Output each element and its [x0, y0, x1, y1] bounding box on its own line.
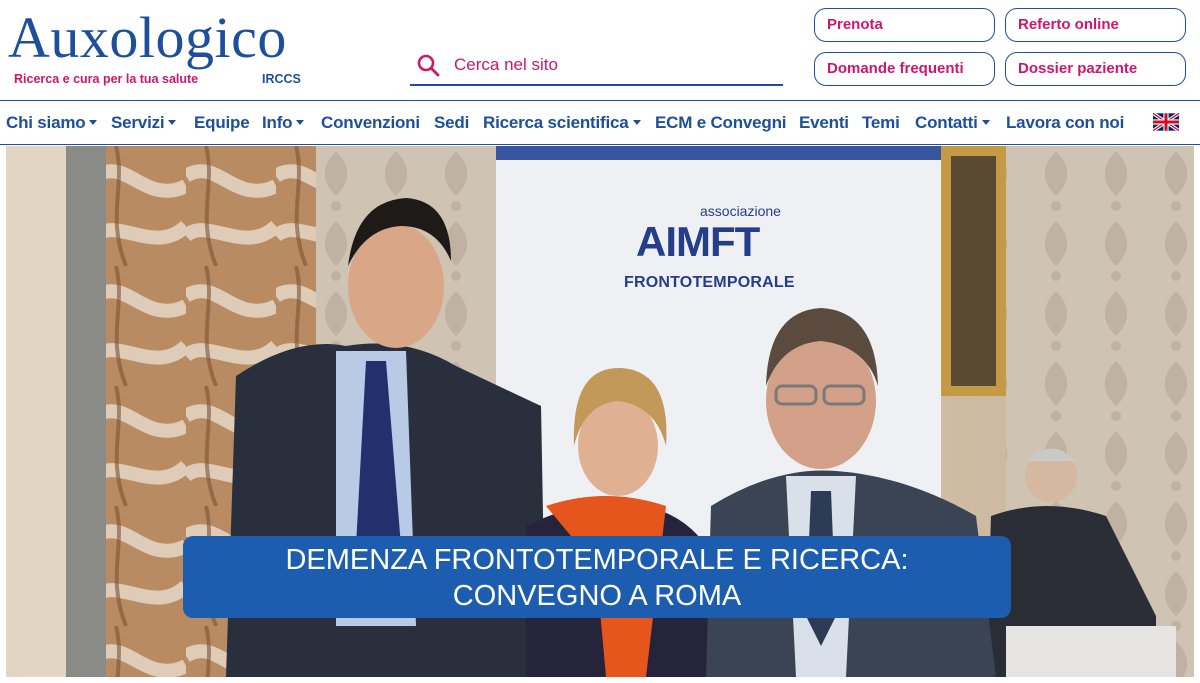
search-input[interactable] [454, 52, 774, 78]
nav-label: Temi [862, 113, 900, 132]
nav-label: Sedi [434, 113, 470, 132]
caption-line-1: DEMENZA FRONTOTEMPORALE E RICERCA: [285, 544, 909, 576]
nav-item-convenzioni[interactable]: Convenzioni [321, 113, 420, 133]
caret-down-icon [632, 120, 641, 125]
caret-down-icon [296, 120, 305, 125]
nav-label: Chi siamo [6, 113, 86, 132]
banner-association-label: associazione [700, 203, 781, 219]
nav-label: Equipe [194, 113, 250, 132]
caret-down-icon [981, 120, 990, 125]
caret-down-icon [89, 120, 98, 125]
nav-item-eventi[interactable]: Eventi [799, 113, 849, 133]
site-header: Auxologico Ricerca e cura per la tua sal… [0, 0, 1200, 100]
nav-item-lavora-con-noi[interactable]: Lavora con noi [1006, 113, 1124, 133]
nav-item-info[interactable]: Info [262, 113, 305, 133]
site-logo[interactable]: Auxologico Ricerca e cura per la tua sal… [8, 6, 358, 90]
nav-item-servizi[interactable]: Servizi [111, 113, 177, 133]
nav-item-chi-siamo[interactable]: Chi siamo [6, 113, 98, 133]
nav-label: Info [262, 113, 293, 132]
nav-label: Lavora con noi [1006, 113, 1125, 132]
banner-aimft-logo: AIMFT [636, 218, 760, 265]
hero-caption[interactable]: DEMENZA FRONTOTEMPORALE E RICERCA: CONVE… [183, 536, 1011, 618]
nav-item-temi[interactable]: Temi [862, 113, 900, 133]
logo-tagline: Ricerca e cura per la tua salute [14, 72, 199, 86]
caption-line-2: CONVEGNO A ROMA [452, 580, 742, 612]
nav-item-sedi[interactable]: Sedi [434, 113, 469, 133]
search-icon[interactable] [416, 53, 440, 77]
logo-wordmark: Auxologico [8, 5, 287, 70]
prenota-button[interactable]: Prenota [814, 8, 995, 42]
nav-label: ECM e Convegni [655, 113, 787, 132]
domande-frequenti-button[interactable]: Domande frequenti [814, 52, 995, 86]
logo-ircs: IRCCS [262, 72, 301, 86]
hero-slide[interactable]: associazione AIMFT FRONTOTEMPORALE DEMEN… [6, 146, 1194, 677]
nav-label: Eventi [799, 113, 849, 132]
main-nav: Chi siamo Servizi Equipe Info Convenzion… [0, 100, 1200, 145]
nav-label: Servizi [111, 113, 165, 132]
nav-item-equipe[interactable]: Equipe [194, 113, 250, 133]
nav-item-ricerca-scientifica[interactable]: Ricerca scientifica [483, 113, 641, 133]
banner-tagline: FRONTOTEMPORALE [624, 274, 795, 291]
uk-flag-icon[interactable] [1153, 113, 1179, 131]
nav-label: Ricerca scientifica [483, 113, 629, 132]
site-search [410, 46, 783, 86]
nav-item-ecm-convegni[interactable]: ECM e Convegni [655, 113, 787, 133]
nav-label: Contatti [915, 113, 978, 132]
referto-online-button[interactable]: Referto online [1005, 8, 1186, 42]
dossier-paziente-button[interactable]: Dossier paziente [1005, 52, 1186, 86]
nav-item-contatti[interactable]: Contatti [915, 113, 990, 133]
caret-down-icon [168, 120, 177, 125]
nav-label: Convenzioni [321, 113, 420, 132]
